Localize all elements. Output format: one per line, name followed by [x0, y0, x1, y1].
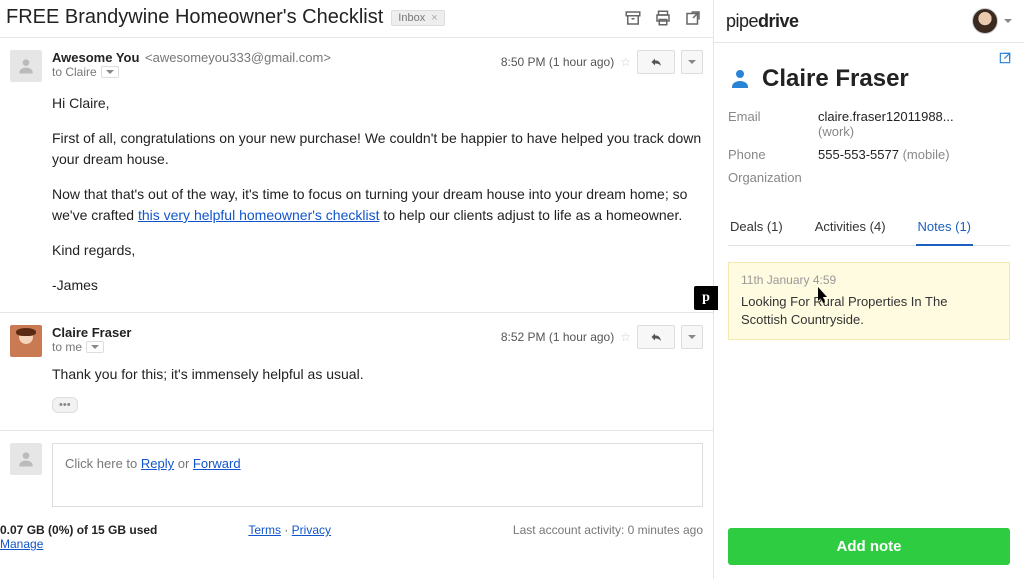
recipient-line: to me	[52, 340, 82, 354]
sender-name: Awesome You	[52, 50, 139, 65]
email-message: Awesome You <awesomeyou333@gmail.com> to…	[0, 38, 713, 313]
show-trimmed-button[interactable]: •••	[52, 397, 78, 413]
pipedrive-header: pipedrive	[714, 0, 1024, 43]
reply-prefix: Click here to	[65, 456, 141, 471]
checklist-link[interactable]: this very helpful homeowner's checklist	[138, 207, 380, 223]
folder-chip-remove[interactable]: ×	[431, 12, 437, 24]
sender-name: Claire Fraser	[52, 325, 132, 340]
terms-link[interactable]: Terms	[248, 523, 281, 537]
forward-link[interactable]: Forward	[193, 456, 241, 471]
email-subject: FREE Brandywine Homeowner's Checklist	[6, 6, 383, 29]
email-field-value: claire.fraser12011988... (work)	[818, 109, 954, 139]
person-icon	[728, 66, 752, 93]
show-details-toggle[interactable]	[101, 66, 119, 78]
recipient-line: to Claire	[52, 65, 97, 79]
phone-field-value: 555-553-5577 (mobile)	[818, 147, 950, 162]
reply-link[interactable]: Reply	[141, 456, 174, 471]
pipedrive-logo: pipedrive	[726, 11, 799, 32]
note-card[interactable]: 11th January 4:59 Looking For Rural Prop…	[728, 262, 1010, 340]
star-icon[interactable]: ☆	[620, 55, 631, 69]
open-new-window-icon[interactable]	[683, 8, 703, 28]
sender-avatar	[10, 325, 42, 357]
my-avatar	[10, 443, 42, 475]
storage-used: 0.07 GB (0%) of 15 GB used	[0, 523, 157, 537]
message-body: Thank you for this; it's immensely helpf…	[52, 364, 703, 414]
reply-compose-box[interactable]: Click here to Reply or Forward	[52, 443, 703, 507]
org-field-label: Organization	[728, 170, 818, 185]
message-body: Hi Claire, First of all, congratulations…	[52, 93, 703, 296]
phone-field-label: Phone	[728, 147, 818, 162]
archive-icon[interactable]	[623, 8, 643, 28]
more-actions-button[interactable]	[681, 50, 703, 74]
message-time: 8:50 PM (1 hour ago)	[501, 55, 614, 69]
star-icon[interactable]: ☆	[620, 330, 631, 344]
open-in-pipedrive-icon[interactable]	[998, 51, 1012, 68]
pipedrive-collapse-tab[interactable]: p	[694, 286, 718, 310]
reply-button[interactable]	[637, 325, 675, 349]
message-time: 8:52 PM (1 hour ago)	[501, 330, 614, 344]
sender-avatar	[10, 50, 42, 82]
privacy-link[interactable]: Privacy	[292, 523, 331, 537]
user-avatar[interactable]	[972, 8, 998, 34]
tab-notes[interactable]: Notes (1)	[916, 211, 973, 246]
reply-button[interactable]	[637, 50, 675, 74]
folder-chip-label: Inbox	[398, 12, 425, 24]
print-icon[interactable]	[653, 8, 673, 28]
email-field-label: Email	[728, 109, 818, 139]
last-activity: Last account activity: 0 minutes ago	[513, 523, 703, 537]
more-actions-button[interactable]	[681, 325, 703, 349]
show-details-toggle[interactable]	[86, 341, 104, 353]
tab-activities[interactable]: Activities (4)	[813, 211, 888, 245]
user-menu-caret[interactable]	[1004, 19, 1012, 23]
note-text: Looking For Rural Properties In The Scot…	[741, 293, 997, 329]
manage-storage-link[interactable]: Manage	[0, 537, 43, 551]
email-message: Claire Fraser to me 8:52 PM (1 hour ago)…	[0, 313, 713, 431]
note-timestamp: 11th January 4:59	[741, 273, 997, 287]
contact-name: Claire Fraser	[762, 65, 909, 93]
folder-chip[interactable]: Inbox ×	[391, 10, 444, 26]
tab-deals[interactable]: Deals (1)	[728, 211, 785, 245]
gmail-footer: 0.07 GB (0%) of 15 GB used Manage Terms …	[0, 519, 713, 551]
sender-address: <awesomeyou333@gmail.com>	[145, 50, 331, 65]
add-note-button[interactable]: Add note	[728, 528, 1010, 565]
